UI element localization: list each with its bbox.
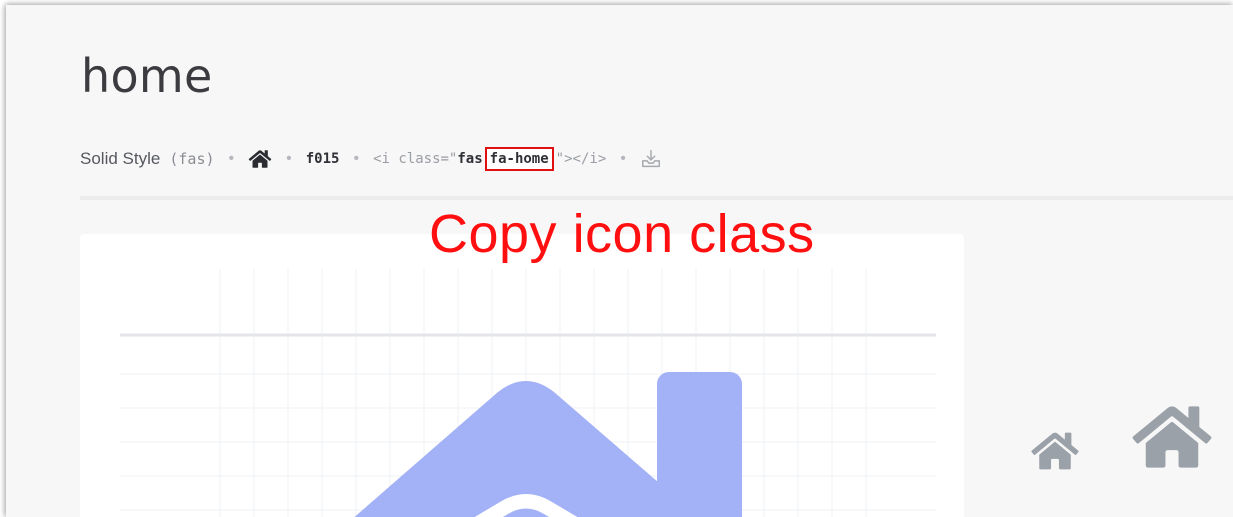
header-divider: [80, 196, 1233, 200]
style-prefix-close: ): [205, 150, 215, 168]
icon-detail-page: home Solid Style (fas) • • f015 • <i cla…: [6, 5, 1233, 517]
home-icon: [1132, 406, 1212, 468]
unicode-value[interactable]: f015: [306, 151, 340, 167]
copy-class-annotation: Copy icon class: [429, 204, 815, 264]
snippet-open: <i class=": [373, 151, 458, 167]
separator-dot: •: [353, 150, 360, 167]
icon-preview-card: [80, 234, 964, 517]
style-label: Solid Style: [80, 149, 161, 168]
snippet-close: "></i>: [555, 151, 607, 167]
style-prefix-code: fas: [178, 150, 206, 168]
separator-dot: •: [228, 150, 235, 167]
separator-dot: •: [286, 150, 292, 167]
snippet-prefix: fas: [457, 151, 483, 167]
icon-meta-row: Solid Style (fas) • • f015 • <i class=" f…: [80, 147, 662, 171]
separator-dot: •: [620, 150, 626, 167]
home-icon[interactable]: [248, 149, 272, 169]
home-icon: [1031, 432, 1079, 470]
html-snippet[interactable]: <i class=" fas fa-home "></i>: [373, 147, 606, 171]
icon-grid-preview: [120, 269, 936, 517]
style-prefix: (fas): [160, 150, 214, 168]
icon-class-highlight[interactable]: fa-home: [484, 147, 554, 171]
download-icon[interactable]: [640, 148, 662, 170]
page-title: home: [81, 49, 213, 103]
